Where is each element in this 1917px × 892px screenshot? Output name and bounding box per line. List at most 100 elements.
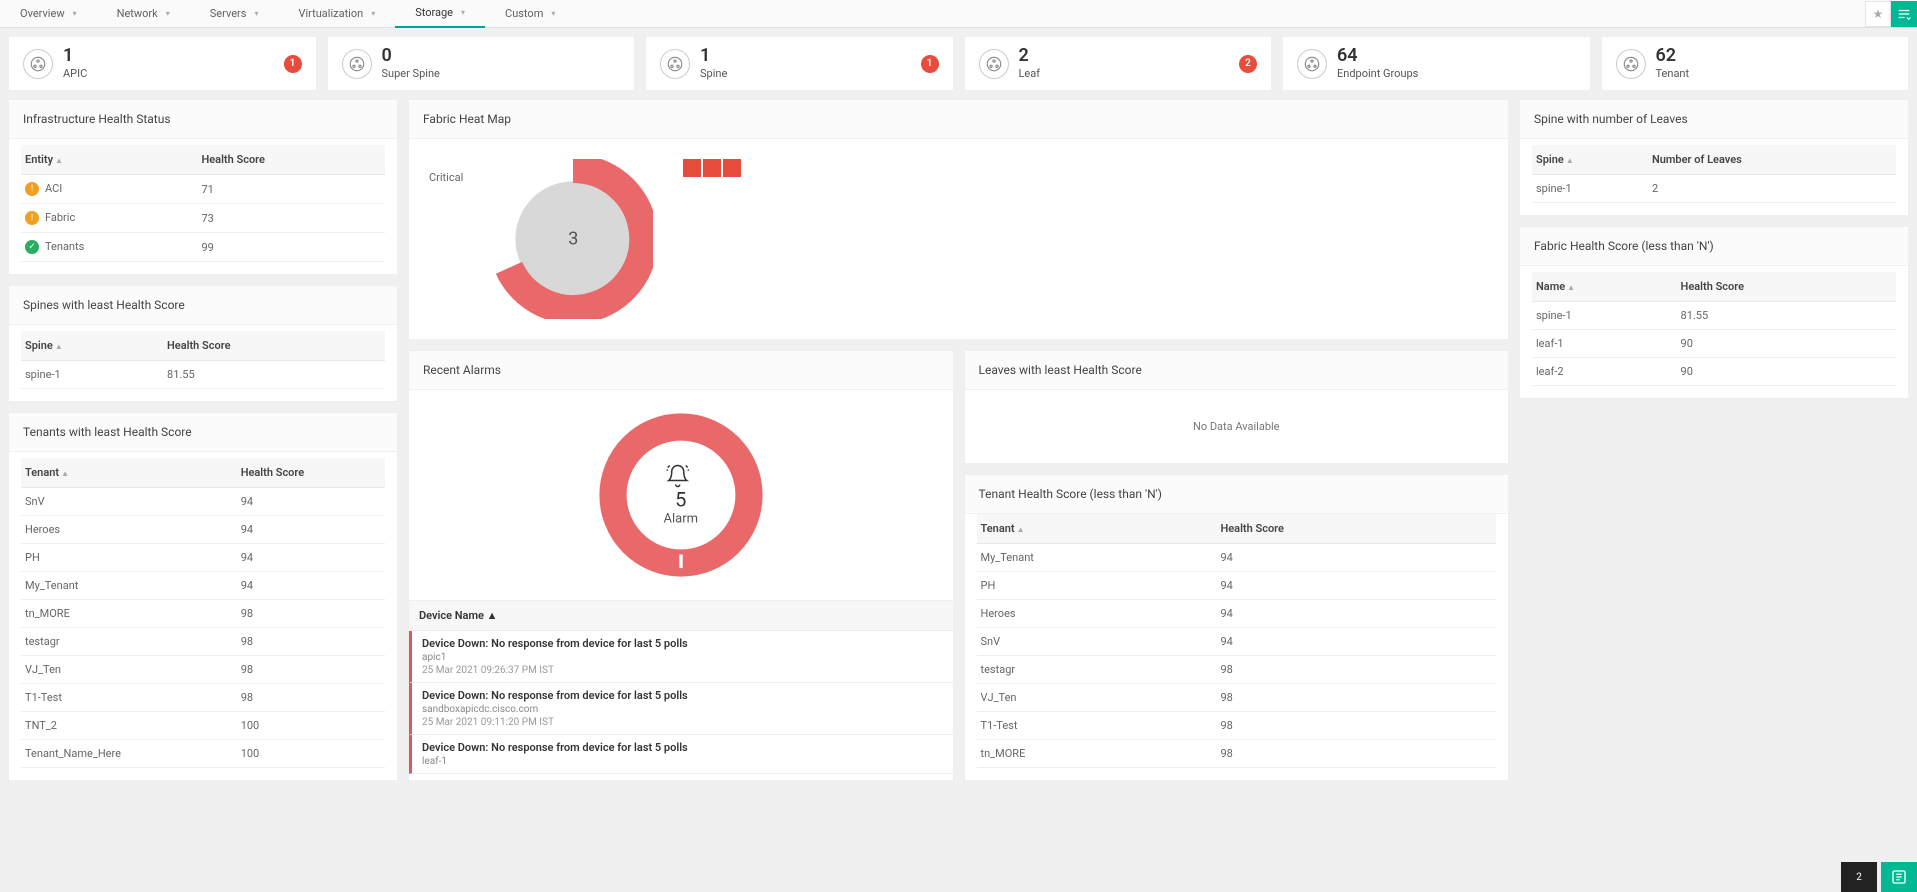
table-row[interactable]: spine-181.55 <box>1532 302 1896 330</box>
bottom-counter[interactable]: 2 <box>1841 862 1877 892</box>
table-row[interactable]: spine-181.55 <box>21 361 385 389</box>
alarm-item[interactable]: Device Down: No response from device for… <box>409 735 953 774</box>
table-row[interactable]: T1-Test98 <box>21 684 385 712</box>
panel-title: Fabric Health Score (less than 'N') <box>1520 227 1908 266</box>
table-row[interactable]: PH94 <box>21 544 385 572</box>
col-score[interactable]: Health Score <box>237 458 385 488</box>
card-value: 64 <box>1337 47 1418 65</box>
bottom-right-controls: 2 <box>1841 862 1917 892</box>
summary-card-tenant[interactable]: 62Tenant <box>1601 36 1910 91</box>
summary-card-apic[interactable]: 1 APIC 1 <box>8 36 317 91</box>
table-row[interactable]: SnV94 <box>977 628 1497 656</box>
table-row[interactable]: testagr98 <box>977 656 1497 684</box>
top-nav: Overview▾Network▾Servers▾Virtualization▾… <box>0 0 1917 28</box>
table-row[interactable]: Heroes94 <box>21 516 385 544</box>
spine-leaves-table: Spine▲ Number of Leaves spine-12 <box>1532 145 1896 203</box>
chevron-down-icon: ▾ <box>371 9 375 18</box>
card-label: Endpoint Groups <box>1337 67 1418 80</box>
card-icon <box>23 49 53 79</box>
table-row[interactable]: !ACI71 <box>21 175 385 204</box>
card-label: Tenant <box>1656 67 1690 80</box>
alert-badge: 1 <box>284 55 302 73</box>
table-row[interactable]: Tenant_Name_Here100 <box>21 740 385 768</box>
alarm-device: sandboxapicdc.cisco.com <box>422 704 943 715</box>
summary-card-leaf[interactable]: 2Leaf2 <box>964 36 1273 91</box>
summary-card-endpoint-groups[interactable]: 64 Endpoint Groups <box>1282 36 1591 91</box>
tenants-least-table: Tenant▲ Health Score SnV94Heroes94PH94My… <box>21 458 385 768</box>
alarm-item[interactable]: Device Down: No response from device for… <box>409 631 953 683</box>
tab-custom[interactable]: Custom▾ <box>485 0 575 28</box>
panel-spine-leaves: Spine with number of Leaves Spine▲ Numbe… <box>1519 99 1909 216</box>
status-icon: ! <box>25 211 39 225</box>
alarm-count: 5 <box>663 488 698 512</box>
card-value: 2 <box>1019 47 1041 65</box>
tenant-health-table: Tenant▲ Health Score My_Tenant94PH94Hero… <box>977 514 1497 768</box>
col-score[interactable]: Health Score <box>163 331 385 361</box>
bottom-action[interactable] <box>1881 862 1917 892</box>
table-row[interactable]: SnV94 <box>21 488 385 516</box>
table-row[interactable]: spine-12 <box>1532 175 1896 203</box>
table-row[interactable]: leaf-190 <box>1532 330 1896 358</box>
table-row[interactable]: ✓Tenants99 <box>21 233 385 262</box>
col-name[interactable]: Name▲ <box>1532 272 1677 302</box>
summary-card-super-spine[interactable]: 0Super Spine <box>327 36 636 91</box>
left-column: Infrastructure Health Status Entity▲ Hea… <box>8 99 398 781</box>
tab-overview[interactable]: Overview▾ <box>0 0 97 28</box>
panel-title: Infrastructure Health Status <box>9 100 397 139</box>
table-row[interactable]: T1-Test98 <box>977 712 1497 740</box>
col-spine[interactable]: Spine▲ <box>21 331 163 361</box>
alarm-item[interactable]: Device Down: No response from device for… <box>409 683 953 735</box>
col-score[interactable]: Health Score <box>1216 514 1496 544</box>
heat-cell[interactable] <box>723 159 741 177</box>
col-count[interactable]: Number of Leaves <box>1648 145 1896 175</box>
favorite-icon[interactable]: ★ <box>1865 1 1891 27</box>
panel-title: Leaves with least Health Score <box>965 351 1509 390</box>
card-icon <box>342 49 372 79</box>
tab-servers[interactable]: Servers▾ <box>190 0 279 28</box>
critical-label: Critical <box>429 171 463 184</box>
alarm-donut: 5 Alarm <box>596 410 766 580</box>
tab-virtualization[interactable]: Virtualization▾ <box>278 0 395 28</box>
table-row[interactable]: testagr98 <box>21 628 385 656</box>
tab-storage[interactable]: Storage▾ <box>395 0 485 28</box>
chevron-down-icon: ▾ <box>551 9 555 18</box>
table-row[interactable]: leaf-290 <box>1532 358 1896 386</box>
device-name-header[interactable]: Device Name ▲ <box>409 600 953 631</box>
alert-badge: 1 <box>921 55 939 73</box>
heat-cell[interactable] <box>683 159 701 177</box>
table-row[interactable]: Heroes94 <box>977 600 1497 628</box>
alarm-message: Device Down: No response from device for… <box>422 689 943 702</box>
card-value: 1 <box>63 47 87 65</box>
col-score[interactable]: Health Score <box>1677 272 1896 302</box>
table-row[interactable]: My_Tenant94 <box>977 544 1497 572</box>
table-row[interactable]: TNT_2100 <box>21 712 385 740</box>
panel-infra-health: Infrastructure Health Status Entity▲ Hea… <box>8 99 398 275</box>
heat-cell[interactable] <box>703 159 721 177</box>
action-button[interactable] <box>1891 1 1917 27</box>
table-row[interactable]: tn_MORE98 <box>21 600 385 628</box>
panel-tenant-health-n: Tenant Health Score (less than 'N') Tena… <box>964 474 1510 781</box>
col-entity[interactable]: Entity▲ <box>21 145 197 175</box>
col-score[interactable]: Health Score <box>197 145 385 175</box>
table-row[interactable]: VJ_Ten98 <box>21 656 385 684</box>
card-icon <box>1297 49 1327 79</box>
table-row[interactable]: VJ_Ten98 <box>977 684 1497 712</box>
heat-squares <box>683 159 741 177</box>
col-tenant[interactable]: Tenant▲ <box>21 458 237 488</box>
panel-leaves-least: Leaves with least Health Score No Data A… <box>964 350 1510 464</box>
panel-spines-least: Spines with least Health Score Spine▲ He… <box>8 285 398 402</box>
card-label: APIC <box>63 67 87 80</box>
table-row[interactable]: PH94 <box>977 572 1497 600</box>
card-value: 0 <box>382 47 440 65</box>
summary-card-spine[interactable]: 1Spine1 <box>645 36 954 91</box>
table-row[interactable]: My_Tenant94 <box>21 572 385 600</box>
heatmap-count: 3 <box>568 229 578 250</box>
no-data-text: No Data Available <box>965 390 1509 463</box>
tab-network[interactable]: Network▾ <box>97 0 190 28</box>
alarm-device: apic1 <box>422 652 943 663</box>
col-tenant[interactable]: Tenant▲ <box>977 514 1217 544</box>
table-row[interactable]: tn_MORE98 <box>977 740 1497 768</box>
col-spine[interactable]: Spine▲ <box>1532 145 1648 175</box>
table-row[interactable]: !Fabric73 <box>21 204 385 233</box>
alarm-message: Device Down: No response from device for… <box>422 741 943 754</box>
